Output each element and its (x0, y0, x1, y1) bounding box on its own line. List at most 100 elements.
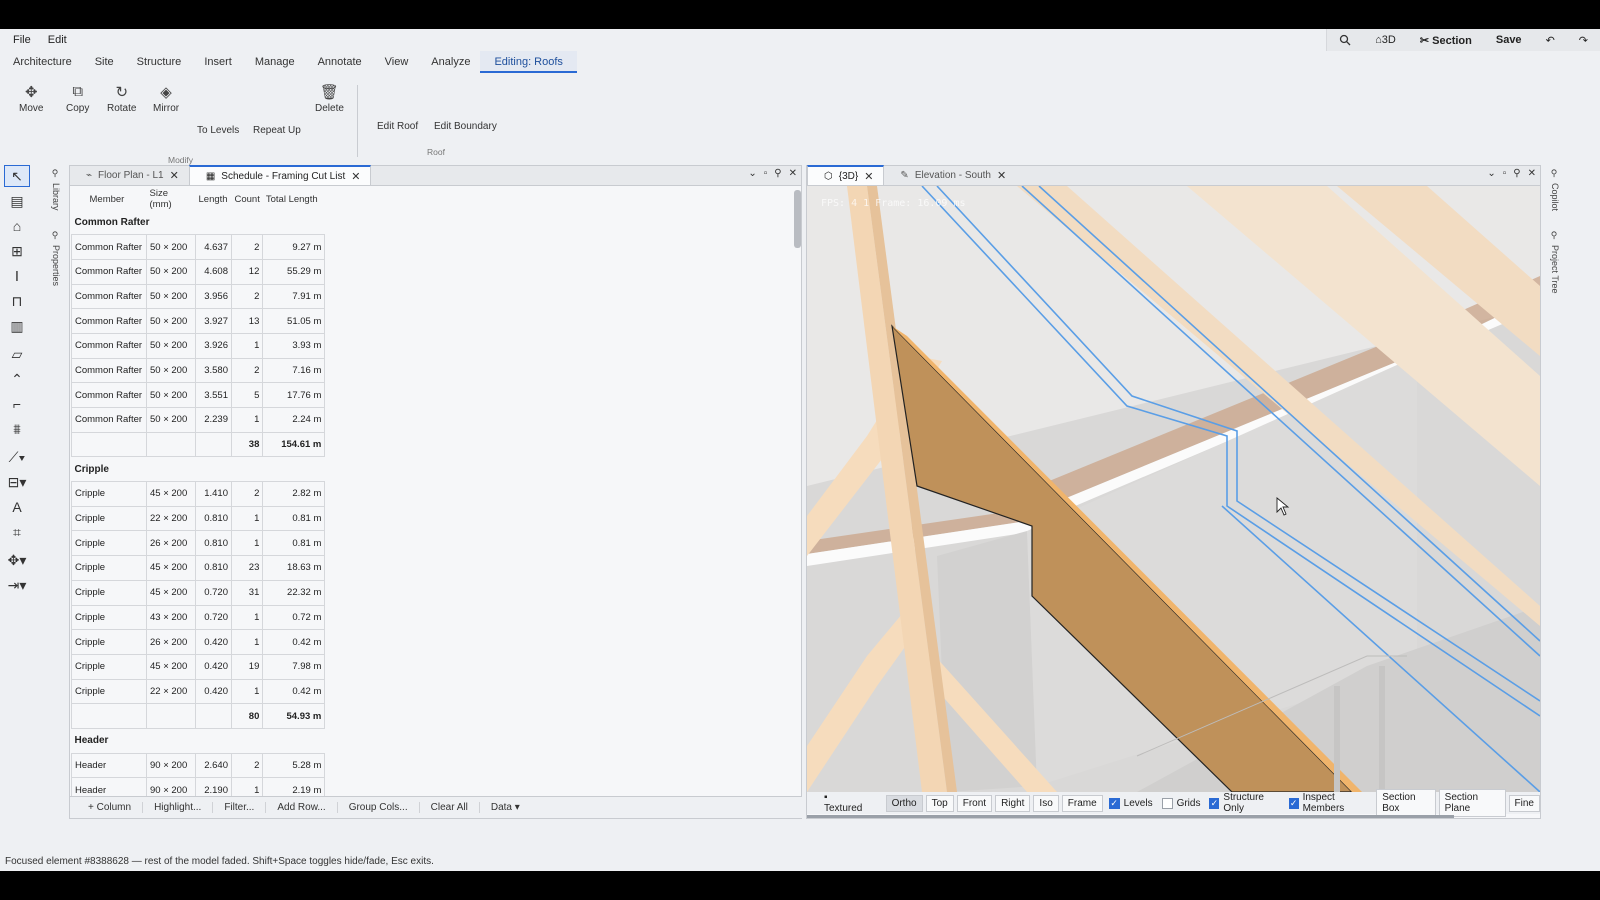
menu-file[interactable]: File (0, 34, 38, 46)
table-row[interactable]: Common Rafter 50 × 200 3.551 5 17.76 m (71, 382, 326, 408)
section-plane-button[interactable]: Section Plane (1438, 789, 1506, 817)
tab-manage[interactable]: Manage (242, 51, 305, 73)
railing-tool-icon[interactable]: ⩩ (4, 418, 30, 440)
dimension-tool-icon[interactable]: ⊟▾ (4, 471, 30, 493)
table-row[interactable]: Cripple 22 × 200 0.420 1 0.42 m (71, 678, 326, 705)
tab-architecture[interactable]: Architecture (0, 51, 82, 73)
col-header-count[interactable]: Count (232, 188, 263, 210)
table-row[interactable]: Cripple 45 × 200 0.720 31 22.32 m (71, 579, 326, 606)
copy-button[interactable]: ⧉ Copy (66, 83, 89, 114)
chevron-down-icon[interactable]: ⌄ (1487, 168, 1495, 179)
inspect-members-toggle[interactable]: ✓ Inspect Members (1286, 792, 1374, 814)
iso-view-button[interactable]: Iso (1033, 794, 1059, 812)
pin-icon[interactable]: ⚲ (51, 169, 61, 179)
textured-button[interactable]: ▪ Textured (819, 790, 869, 816)
tab-view[interactable]: View (372, 51, 419, 73)
table-row[interactable]: Common Rafter 50 × 200 2.239 1 2.24 m (71, 407, 326, 433)
align-tool-icon[interactable]: ⇥▾ (4, 574, 30, 596)
close-icon[interactable]: ✕ (1528, 168, 1536, 179)
table-row[interactable]: Cripple 43 × 200 0.720 1 0.72 m (71, 604, 326, 631)
table-row[interactable]: Common Rafter 50 × 200 3.926 1 3.93 m (71, 332, 326, 359)
select-tool-icon[interactable]: ↖ (4, 165, 30, 187)
tab-elevation-south[interactable]: ✎ Elevation - South ✕ (884, 165, 1016, 185)
fine-detail-button[interactable]: Fine (1508, 794, 1540, 812)
table-row[interactable]: Common Rafter 50 × 200 3.927 13 51.05 m (71, 308, 326, 334)
highlight-button[interactable]: Highlight... (142, 802, 212, 813)
levels-toggle[interactable]: ✓ Levels (1106, 797, 1156, 809)
table-row[interactable]: Common Rafter 50 × 200 3.956 2 7.91 m (71, 283, 326, 310)
table-row[interactable]: Common Rafter 50 × 200 3.580 2 7.16 m (71, 357, 326, 384)
section-box-button[interactable]: Section Box (1376, 789, 1436, 817)
mirror-button[interactable]: ◈ Mirror (153, 83, 179, 114)
tab-editing-roofs[interactable]: Editing: Roofs (480, 51, 577, 73)
vertical-scrollbar[interactable] (794, 186, 801, 792)
col-header-length[interactable]: Length (196, 188, 232, 210)
menu-edit[interactable]: Edit (38, 34, 74, 46)
close-icon[interactable]: ✕ (864, 170, 873, 183)
top-view-button[interactable]: Top (925, 794, 954, 812)
3d-viewport[interactable]: FPS: 4 1 Frame: 16.09 ms (807, 186, 1540, 792)
roof-tool-icon[interactable]: ⌃ (4, 368, 30, 390)
frame-button[interactable]: Frame (1061, 794, 1103, 812)
grids-toggle[interactable]: Grids (1159, 797, 1204, 809)
beam-tool-icon[interactable]: ⊓ (4, 290, 30, 312)
tab-schedule[interactable]: ▦ Schedule - Framing Cut List ✕ (188, 165, 372, 185)
close-icon[interactable]: ✕ (789, 168, 797, 179)
pin-icon[interactable]: ⚲ (1550, 169, 1560, 179)
right-view-button[interactable]: Right (995, 794, 1031, 812)
float-icon[interactable]: ▫ (1503, 168, 1507, 179)
table-row[interactable]: Header 90 × 200 2.640 2 5.28 m (71, 752, 326, 779)
edit-roof-button[interactable]: Edit Roof (377, 121, 418, 132)
copilot-panel-tab[interactable]: Copilot (1550, 183, 1560, 211)
float-icon[interactable]: ▫ (764, 168, 768, 179)
tab-annotate[interactable]: Annotate (305, 51, 372, 73)
section-button[interactable]: ✂ Section (1408, 34, 1484, 47)
scroll-thumb[interactable] (794, 190, 801, 248)
tag-tool-icon[interactable]: ⌗ (4, 521, 30, 543)
rotate-button[interactable]: ↻ Rotate (107, 83, 136, 114)
add-row-button[interactable]: Add Row... (265, 802, 336, 813)
table-row[interactable]: Common Rafter 50 × 200 4.637 2 9.27 m (71, 234, 326, 260)
tab-floor-plan[interactable]: ⌁ Floor Plan - L1 ✕ (70, 165, 189, 185)
stair-tool-icon[interactable]: ⌐ (4, 393, 30, 415)
window-tool-icon[interactable]: ⊞ (4, 240, 30, 262)
group-cols-button[interactable]: Group Cols... (336, 802, 419, 813)
pin-icon-2[interactable]: ⚲ (51, 231, 61, 241)
col-header-total-length[interactable]: Total Length (263, 188, 325, 210)
3d-scene[interactable] (807, 186, 1540, 792)
door-tool-icon[interactable]: ⌂ (4, 215, 30, 237)
slab-tool-icon[interactable]: ▱ (4, 343, 30, 365)
column-tool-icon[interactable]: Ⅰ (4, 265, 30, 287)
group-header-row[interactable]: Header (72, 728, 325, 753)
table-row[interactable]: Cripple 45 × 200 0.420 19 7.98 m (71, 653, 326, 680)
clear-all-button[interactable]: Clear All (418, 802, 479, 813)
delete-button[interactable]: 🗑 Delete (315, 83, 344, 114)
table-row[interactable]: Cripple 45 × 200 0.810 23 18.63 m (71, 555, 326, 581)
add-column-button[interactable]: + Column (70, 802, 142, 813)
table-row[interactable]: Cripple 26 × 200 0.420 1 0.42 m (71, 629, 326, 655)
properties-panel-tab[interactable]: Properties (51, 245, 61, 286)
close-icon[interactable]: ✕ (351, 170, 360, 183)
text-tool-icon[interactable]: A (4, 496, 30, 518)
repeat-up-button[interactable]: Repeat Up (253, 125, 301, 136)
edit-boundary-button[interactable]: Edit Boundary (434, 121, 497, 132)
col-header-member[interactable]: Member (72, 188, 147, 210)
pin-icon-2[interactable]: ⚲ (1550, 231, 1560, 241)
tab-structure[interactable]: Structure (124, 51, 192, 73)
save-button[interactable]: Save (1484, 34, 1534, 46)
group-header-row[interactable]: Cripple (72, 457, 325, 482)
horizontal-scrollbar[interactable] (807, 815, 1454, 818)
table-row[interactable]: Cripple 45 × 200 1.410 2 2.82 m (71, 481, 326, 507)
front-view-button[interactable]: Front (956, 794, 993, 812)
line-tool-icon[interactable]: ⟋▾ (4, 446, 30, 468)
table-row[interactable]: Common Rafter 50 × 200 4.608 12 55.29 m (71, 258, 326, 285)
pin-icon[interactable]: ⚲ (774, 168, 781, 179)
tab-insert[interactable]: Insert (191, 51, 242, 73)
filter-button[interactable]: Filter... (212, 802, 265, 813)
project-tree-panel-tab[interactable]: Project Tree (1550, 245, 1560, 294)
curtain-wall-icon[interactable]: ▥ (4, 315, 30, 337)
group-header-row[interactable]: Common Rafter (72, 210, 325, 235)
col-header-size[interactable]: Size (mm) (147, 188, 196, 210)
tab-3d[interactable]: ⬡ {3D} ✕ (807, 165, 885, 185)
undo-icon[interactable]: ↶ (1534, 34, 1567, 47)
